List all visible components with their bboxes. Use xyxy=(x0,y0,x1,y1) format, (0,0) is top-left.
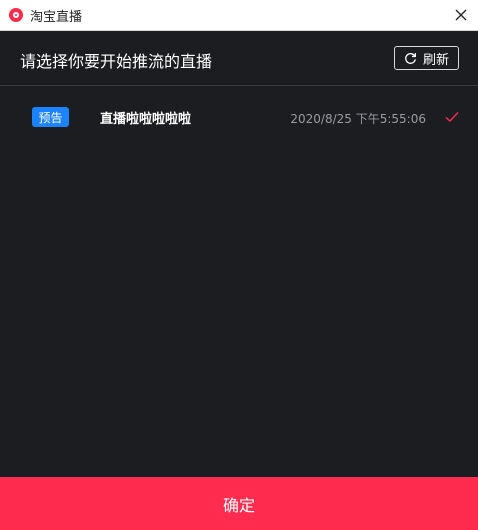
taobao-live-icon xyxy=(9,8,23,22)
refresh-icon xyxy=(405,52,416,64)
status-badge: 预告 xyxy=(32,107,69,127)
live-time: 2020/8/25 下午5:55:06 xyxy=(290,112,426,126)
list-item[interactable]: 预告 直播啦啦啦啦啦 2020/8/25 下午5:55:06 xyxy=(0,100,478,134)
dialog-header: 请选择你要开始推流的直播 刷新 xyxy=(0,31,478,86)
close-button[interactable] xyxy=(450,4,472,26)
check-icon xyxy=(445,112,459,122)
confirm-button[interactable]: 确定 xyxy=(0,477,478,530)
close-icon xyxy=(455,9,467,21)
window-title: 淘宝直播 xyxy=(30,9,83,25)
title-bar: 淘宝直播 xyxy=(0,0,478,31)
page-title: 请选择你要开始推流的直播 xyxy=(20,52,213,71)
refresh-label: 刷新 xyxy=(422,52,449,68)
refresh-button[interactable]: 刷新 xyxy=(394,46,459,70)
live-name: 直播啦啦啦啦啦 xyxy=(100,112,192,127)
